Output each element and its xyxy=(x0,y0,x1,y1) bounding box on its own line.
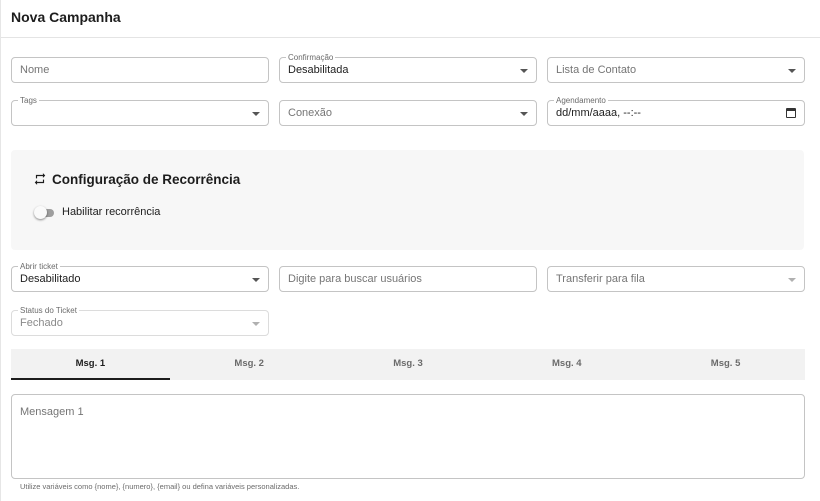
chevron-down-icon xyxy=(520,69,528,73)
tab-msg-1[interactable]: Msg. 1 xyxy=(11,349,170,380)
dialog-header: Nova Campanha xyxy=(1,0,820,38)
schedule-label: Agendamento xyxy=(554,96,608,105)
tab-msg-5[interactable]: Msg. 5 xyxy=(646,349,805,380)
connection-select[interactable]: Conexão xyxy=(279,100,537,126)
name-input[interactable]: Nome xyxy=(11,57,269,83)
recurrence-toggle[interactable] xyxy=(34,206,54,219)
ticket-status-label: Status do Ticket xyxy=(18,306,79,315)
name-input-placeholder: Nome xyxy=(20,64,50,76)
message-tabs: Msg. 1 Msg. 2 Msg. 3 Msg. 4 Msg. 5 xyxy=(11,349,805,380)
dialog-title: Nova Campanha xyxy=(11,9,121,25)
chevron-down-icon xyxy=(788,69,796,73)
tags-label: Tags xyxy=(18,96,39,105)
confirmation-select[interactable]: Confirmação Desabilitada xyxy=(279,53,537,83)
calendar-icon[interactable] xyxy=(786,108,796,118)
transfer-queue-placeholder: Transferir para fila xyxy=(556,273,645,285)
recurrence-toggle-label: Habilitar recorrência xyxy=(62,206,161,218)
message-hint: Utilize variáveis como {nome}, {numero},… xyxy=(20,482,300,491)
chevron-down-icon xyxy=(788,278,796,282)
tags-select[interactable]: Tags xyxy=(11,96,269,126)
message-placeholder: Mensagem 1 xyxy=(20,406,84,418)
tab-msg-2[interactable]: Msg. 2 xyxy=(170,349,329,380)
transfer-queue-select[interactable]: Transferir para fila xyxy=(547,266,805,292)
toggle-thumb xyxy=(34,206,47,219)
repeat-icon xyxy=(34,173,46,185)
contact-list-select[interactable]: Lista de Contato xyxy=(547,57,805,83)
user-search-placeholder: Digite para buscar usuários xyxy=(288,273,422,285)
ticket-status-select[interactable]: Status do Ticket Fechado xyxy=(11,306,269,336)
schedule-datetime-input[interactable]: Agendamento dd/mm/aaaa, --:-- xyxy=(547,96,805,126)
ticket-status-value: Fechado xyxy=(20,317,63,329)
chevron-down-icon xyxy=(252,112,260,116)
open-ticket-value: Desabilitado xyxy=(20,273,81,285)
campaign-dialog: Nova Campanha Nome Confirmação Desabilit… xyxy=(0,0,820,501)
contact-list-placeholder: Lista de Contato xyxy=(556,64,637,76)
open-ticket-select[interactable]: Abrir ticket Desabilitado xyxy=(11,262,269,292)
tab-msg-4[interactable]: Msg. 4 xyxy=(487,349,646,380)
schedule-value: dd/mm/aaaa, --:-- xyxy=(556,107,641,119)
connection-placeholder: Conexão xyxy=(288,107,333,119)
chevron-down-icon xyxy=(520,112,528,116)
chevron-down-icon xyxy=(252,322,260,326)
confirmation-value: Desabilitada xyxy=(288,64,349,76)
open-ticket-label: Abrir ticket xyxy=(18,262,60,271)
user-search-input[interactable]: Digite para buscar usuários xyxy=(279,266,537,292)
confirmation-label: Confirmação xyxy=(286,53,336,62)
recurrence-title: Configuração de Recorrência xyxy=(52,172,241,187)
tab-msg-3[interactable]: Msg. 3 xyxy=(329,349,488,380)
chevron-down-icon xyxy=(252,278,260,282)
recurrence-panel: Configuração de Recorrência Habilitar re… xyxy=(11,150,804,250)
message-textarea[interactable]: Mensagem 1 xyxy=(11,394,805,479)
